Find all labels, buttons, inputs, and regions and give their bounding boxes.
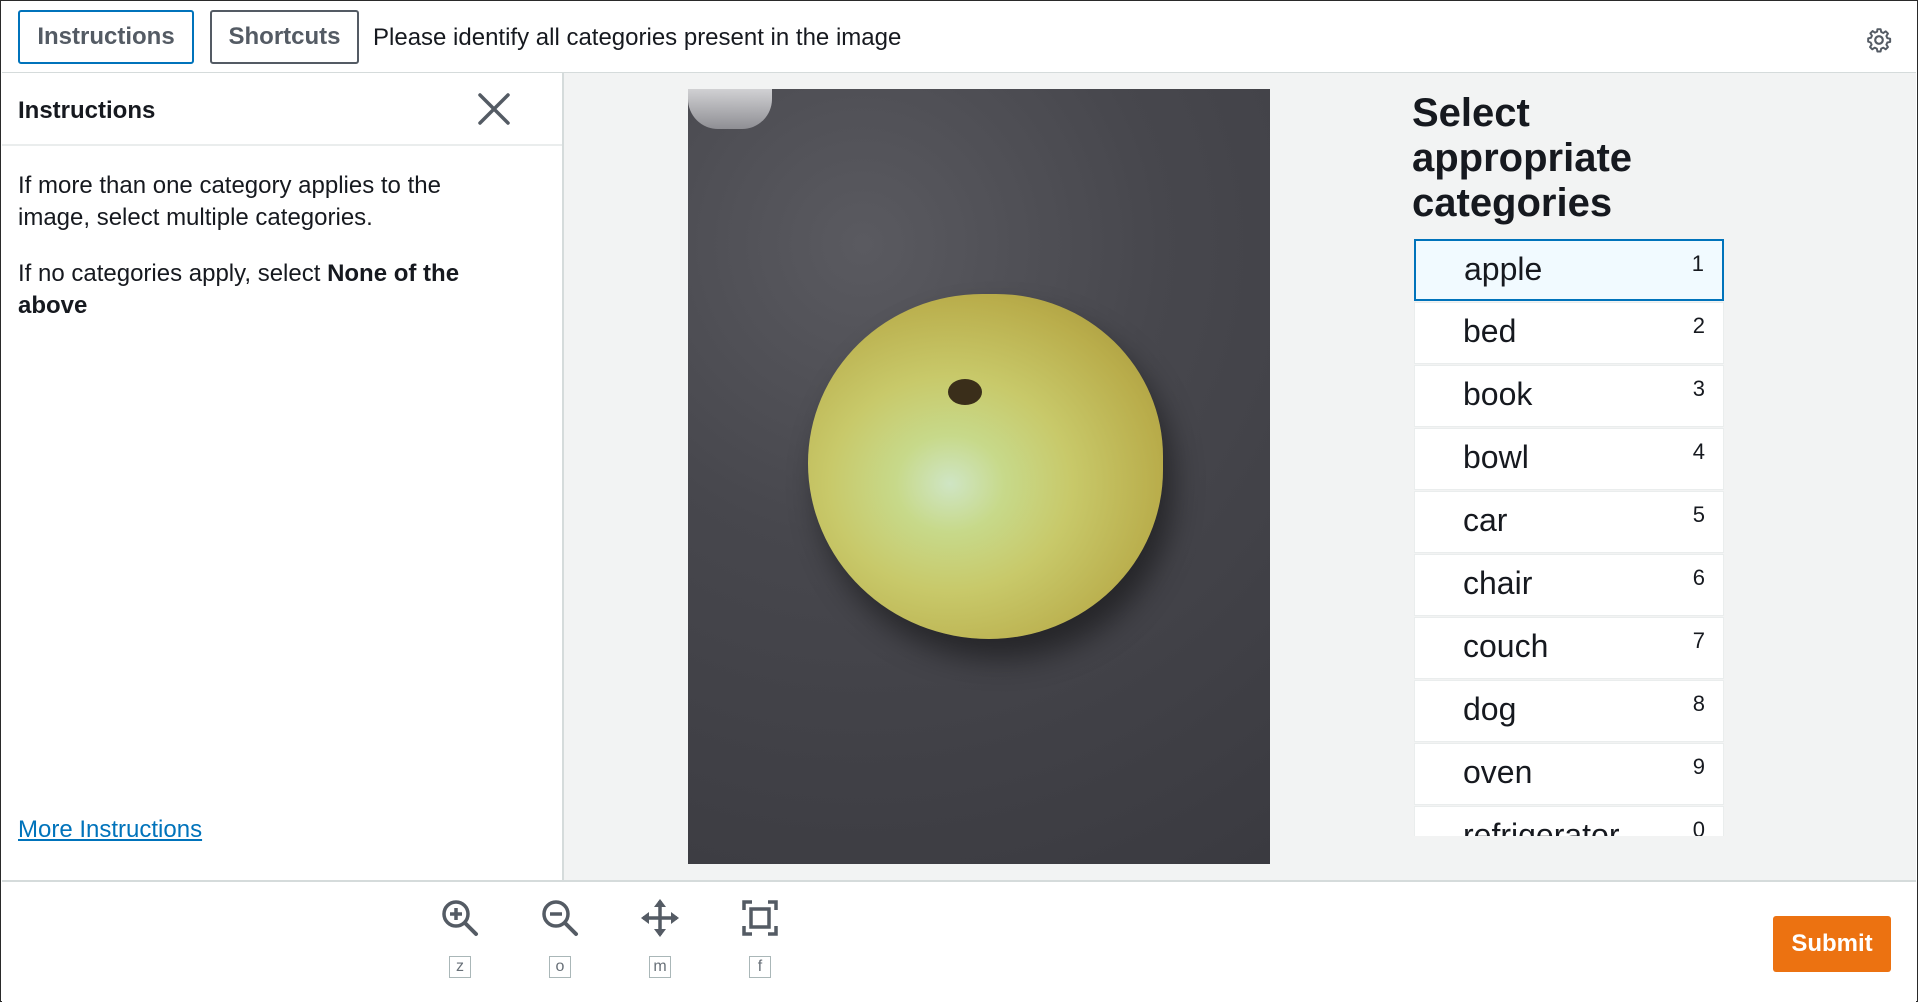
category-shortcut-key: 9 <box>1692 754 1705 779</box>
close-icon[interactable] <box>474 89 514 129</box>
category-option[interactable]: book 3 <box>1414 365 1724 427</box>
categories-title: Select appropriate categories <box>1412 91 1633 225</box>
zoom-in-tool[interactable]: z <box>435 898 485 988</box>
category-shortcut-key: 8 <box>1692 691 1705 716</box>
fit-tool[interactable]: f <box>735 898 785 988</box>
category-option[interactable]: bowl 4 <box>1414 428 1724 490</box>
more-instructions-link[interactable]: More Instructions <box>18 816 202 844</box>
category-label: chair <box>1463 565 1533 601</box>
category-option[interactable]: car 5 <box>1414 491 1724 553</box>
category-label: dog <box>1463 691 1517 727</box>
category-shortcut-key: 2 <box>1692 313 1705 338</box>
category-label: bowl <box>1463 439 1529 475</box>
glass-in-photo <box>688 89 772 129</box>
zoom-out-icon <box>542 900 578 936</box>
instructions-button[interactable]: Instructions <box>18 10 194 64</box>
category-label: refrigerator <box>1463 817 1620 836</box>
category-list[interactable]: apple 1 bed 2 book 3 bowl 4 car 5 chair 6 couch 7 dog 8… <box>1414 239 1724 836</box>
fit-to-screen-icon <box>742 900 778 936</box>
category-shortcut-key: 7 <box>1692 628 1705 653</box>
category-option[interactable]: apple 1 <box>1414 239 1724 301</box>
submit-button[interactable]: Submit <box>1773 916 1891 972</box>
category-option[interactable]: couch 7 <box>1414 617 1724 679</box>
move-tool[interactable]: m <box>635 898 685 988</box>
apple-in-photo <box>808 294 1163 639</box>
instructions-panel: Instructions If more than one category a… <box>2 73 564 880</box>
category-shortcut-key: 0 <box>1692 817 1705 836</box>
instruction-none: If no categories apply, select None of t… <box>18 258 488 322</box>
zoom-out-tool[interactable]: o <box>535 898 585 988</box>
instructions-panel-header: Instructions <box>2 73 562 146</box>
category-shortcut-key: 6 <box>1692 565 1705 590</box>
category-option[interactable]: oven 9 <box>1414 743 1724 805</box>
category-option[interactable]: dog 8 <box>1414 680 1724 742</box>
move-key: m <box>649 956 671 978</box>
zoom-in-key: z <box>449 956 471 978</box>
instructions-panel-title: Instructions <box>18 97 156 124</box>
category-label: couch <box>1463 628 1549 664</box>
top-bar: Instructions Shortcuts Please identify a… <box>2 2 1916 73</box>
fit-key: f <box>749 956 771 978</box>
category-label: car <box>1463 502 1508 538</box>
task-image[interactable] <box>688 89 1270 864</box>
category-shortcut-key: 1 <box>1691 251 1704 276</box>
category-shortcut-key: 5 <box>1692 502 1705 527</box>
category-shortcut-key: 4 <box>1692 439 1705 464</box>
category-label: apple <box>1464 251 1543 287</box>
move-icon <box>641 899 679 937</box>
bottom-toolbar: z o m f Submit <box>2 880 1916 1002</box>
gear-icon[interactable] <box>1866 27 1892 53</box>
category-label: book <box>1463 376 1533 412</box>
instruction-none-prefix: If no categories apply, select <box>18 260 328 287</box>
annotation-canvas: Select appropriate categories apple 1 bed 2… <box>564 73 1916 880</box>
category-label: bed <box>1463 313 1517 349</box>
task-prompt: Please identify all categories present i… <box>373 24 902 51</box>
zoom-out-key: o <box>549 956 571 978</box>
zoom-in-icon <box>442 900 478 936</box>
instructions-text: If more than one category applies to the… <box>18 170 488 346</box>
instruction-multiple: If more than one category applies to the… <box>18 172 441 231</box>
category-option[interactable]: chair 6 <box>1414 554 1724 616</box>
category-shortcut-key: 3 <box>1692 376 1705 401</box>
shortcuts-button[interactable]: Shortcuts <box>210 10 359 64</box>
category-option[interactable]: bed 2 <box>1414 302 1724 364</box>
category-option[interactable]: refrigerator 0 <box>1414 806 1724 836</box>
category-label: oven <box>1463 754 1533 790</box>
apple-stem-hole <box>948 379 982 405</box>
